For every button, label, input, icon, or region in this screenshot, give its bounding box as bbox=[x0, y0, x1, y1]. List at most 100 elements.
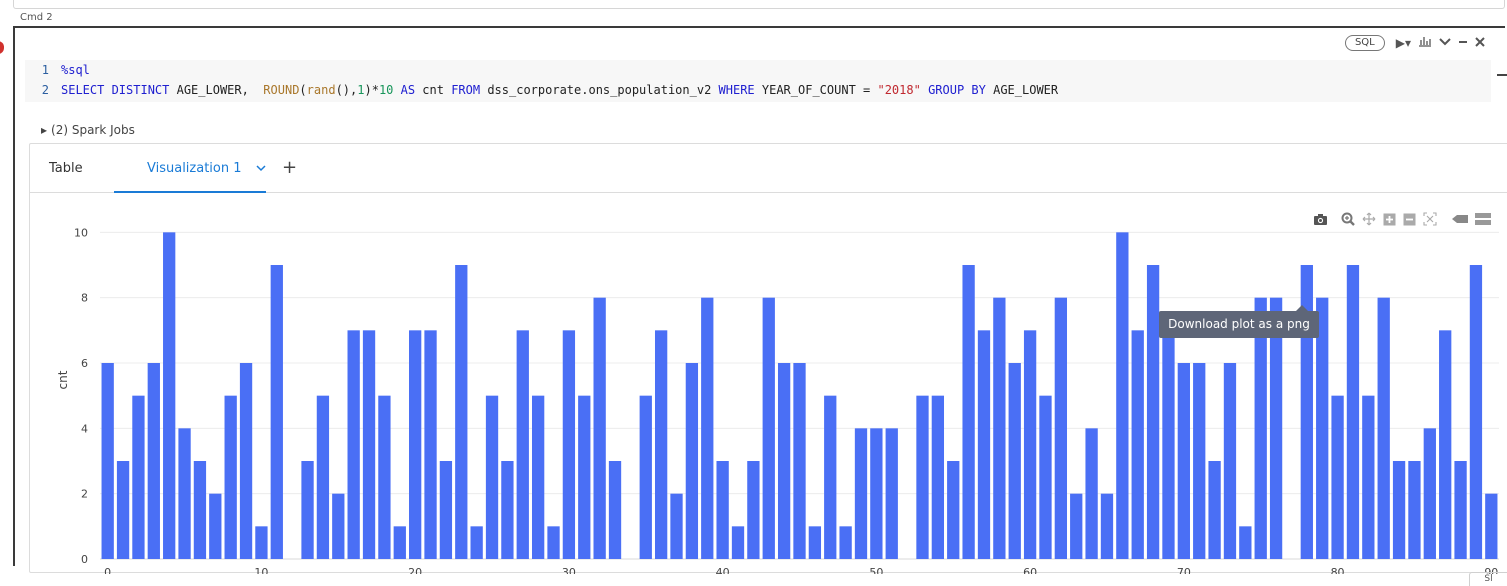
bar[interactable] bbox=[1439, 330, 1452, 559]
bar[interactable] bbox=[701, 297, 714, 559]
bar[interactable] bbox=[1331, 395, 1344, 559]
bar[interactable] bbox=[962, 265, 975, 559]
bar[interactable] bbox=[947, 461, 960, 559]
bar[interactable] bbox=[485, 395, 499, 559]
bar[interactable] bbox=[239, 363, 253, 559]
bar[interactable] bbox=[178, 428, 191, 559]
hover-closest-icon[interactable] bbox=[1452, 214, 1468, 228]
bar[interactable] bbox=[870, 428, 883, 559]
bar[interactable] bbox=[916, 395, 929, 559]
bar[interactable] bbox=[808, 526, 822, 559]
bar[interactable] bbox=[378, 395, 391, 559]
bar[interactable] bbox=[1208, 461, 1221, 559]
plot-area[interactable]: 0 10 20 30 40 50 60 70 80 90 0 2 4 6 8 10 cnt bbox=[30, 196, 1507, 579]
bar[interactable] bbox=[516, 330, 529, 559]
bar[interactable] bbox=[362, 330, 376, 559]
bar[interactable] bbox=[209, 493, 222, 559]
bar[interactable] bbox=[1100, 493, 1114, 559]
bar[interactable] bbox=[1146, 265, 1160, 559]
notebook-cell[interactable]: SQL ▶▾ 1 %sql 2 SELECT DISTINCT AGE_LOWE… bbox=[13, 26, 1507, 579]
bar[interactable] bbox=[993, 297, 1006, 559]
bar[interactable] bbox=[332, 493, 345, 559]
bar[interactable] bbox=[578, 395, 591, 559]
bar[interactable] bbox=[470, 526, 483, 559]
bar[interactable] bbox=[931, 395, 945, 559]
bar[interactable] bbox=[639, 395, 652, 559]
bar[interactable] bbox=[839, 526, 852, 559]
bar[interactable] bbox=[132, 395, 145, 559]
add-tab-button[interactable]: + bbox=[282, 157, 297, 178]
bar[interactable] bbox=[455, 265, 468, 559]
bar[interactable] bbox=[670, 493, 683, 559]
bar[interactable] bbox=[1485, 493, 1498, 559]
zoom-in-icon[interactable] bbox=[1383, 213, 1396, 230]
bar[interactable] bbox=[424, 330, 437, 559]
bar[interactable] bbox=[1346, 265, 1360, 559]
bar[interactable] bbox=[1070, 493, 1083, 559]
bar[interactable] bbox=[1177, 363, 1190, 559]
bar[interactable] bbox=[347, 330, 360, 559]
bar[interactable] bbox=[409, 330, 422, 559]
tab-table[interactable]: Table bbox=[49, 161, 83, 176]
bar[interactable] bbox=[1008, 363, 1021, 559]
bar[interactable] bbox=[562, 330, 576, 559]
zoom-out-icon[interactable] bbox=[1403, 213, 1416, 230]
bar[interactable] bbox=[101, 363, 114, 559]
bar[interactable] bbox=[193, 461, 207, 559]
bar[interactable] bbox=[1223, 363, 1237, 559]
bar[interactable] bbox=[255, 526, 268, 559]
bar[interactable] bbox=[531, 395, 545, 559]
bar[interactable] bbox=[1454, 461, 1467, 559]
corner-button[interactable]: Sl bbox=[1469, 572, 1507, 586]
chart-icon[interactable] bbox=[1418, 35, 1432, 51]
bar[interactable] bbox=[1423, 428, 1436, 559]
tab-visualization[interactable]: Visualization 1 bbox=[147, 161, 266, 176]
bar[interactable] bbox=[1193, 363, 1206, 559]
bar[interactable] bbox=[1469, 265, 1483, 559]
bar[interactable] bbox=[1131, 330, 1144, 559]
bar[interactable] bbox=[854, 428, 868, 559]
bar[interactable] bbox=[501, 461, 514, 559]
bar[interactable] bbox=[731, 526, 745, 559]
bar[interactable] bbox=[685, 363, 699, 559]
bar[interactable] bbox=[1239, 526, 1252, 559]
camera-icon[interactable] bbox=[1313, 213, 1328, 230]
bar[interactable] bbox=[147, 363, 160, 559]
close-icon[interactable] bbox=[1475, 35, 1485, 51]
minimize-icon[interactable] bbox=[1458, 35, 1468, 51]
bar[interactable] bbox=[793, 363, 806, 559]
pan-icon[interactable] bbox=[1362, 212, 1376, 230]
autoscale-icon[interactable] bbox=[1423, 212, 1437, 230]
hover-compare-icon[interactable] bbox=[1475, 213, 1491, 229]
bar[interactable] bbox=[1054, 297, 1068, 559]
bar[interactable] bbox=[654, 330, 668, 559]
bar-chart[interactable]: 0 10 20 30 40 50 60 70 80 90 0246810 cnt bbox=[30, 196, 1507, 579]
spark-jobs-toggle[interactable]: ▸ (2) Spark Jobs bbox=[41, 123, 135, 137]
bar[interactable] bbox=[1362, 395, 1375, 559]
bar[interactable] bbox=[1085, 428, 1098, 559]
bar[interactable] bbox=[747, 461, 760, 559]
bar[interactable] bbox=[301, 461, 314, 559]
chevron-down-icon[interactable] bbox=[256, 162, 266, 175]
bar[interactable] bbox=[393, 526, 406, 559]
bar[interactable] bbox=[547, 526, 560, 559]
bar[interactable] bbox=[1116, 232, 1129, 560]
bar[interactable] bbox=[885, 428, 898, 559]
bar[interactable] bbox=[777, 363, 791, 559]
language-badge[interactable]: SQL bbox=[1344, 35, 1385, 51]
code-editor[interactable]: 1 %sql 2 SELECT DISTINCT AGE_LOWER, ROUN… bbox=[25, 60, 1507, 102]
bar[interactable] bbox=[716, 461, 729, 559]
bar[interactable] bbox=[1377, 297, 1390, 559]
bar[interactable] bbox=[270, 265, 283, 559]
bar[interactable] bbox=[608, 461, 622, 559]
bar[interactable] bbox=[163, 232, 176, 560]
bar[interactable] bbox=[977, 330, 991, 559]
bar[interactable] bbox=[439, 461, 453, 559]
bar[interactable] bbox=[1392, 461, 1406, 559]
bar[interactable] bbox=[1023, 330, 1037, 559]
bar[interactable] bbox=[1039, 395, 1052, 559]
bar[interactable] bbox=[116, 461, 130, 559]
bar[interactable] bbox=[593, 297, 606, 559]
run-dropdown-icon[interactable]: ▶▾ bbox=[1396, 35, 1411, 51]
bar[interactable] bbox=[1162, 330, 1175, 559]
